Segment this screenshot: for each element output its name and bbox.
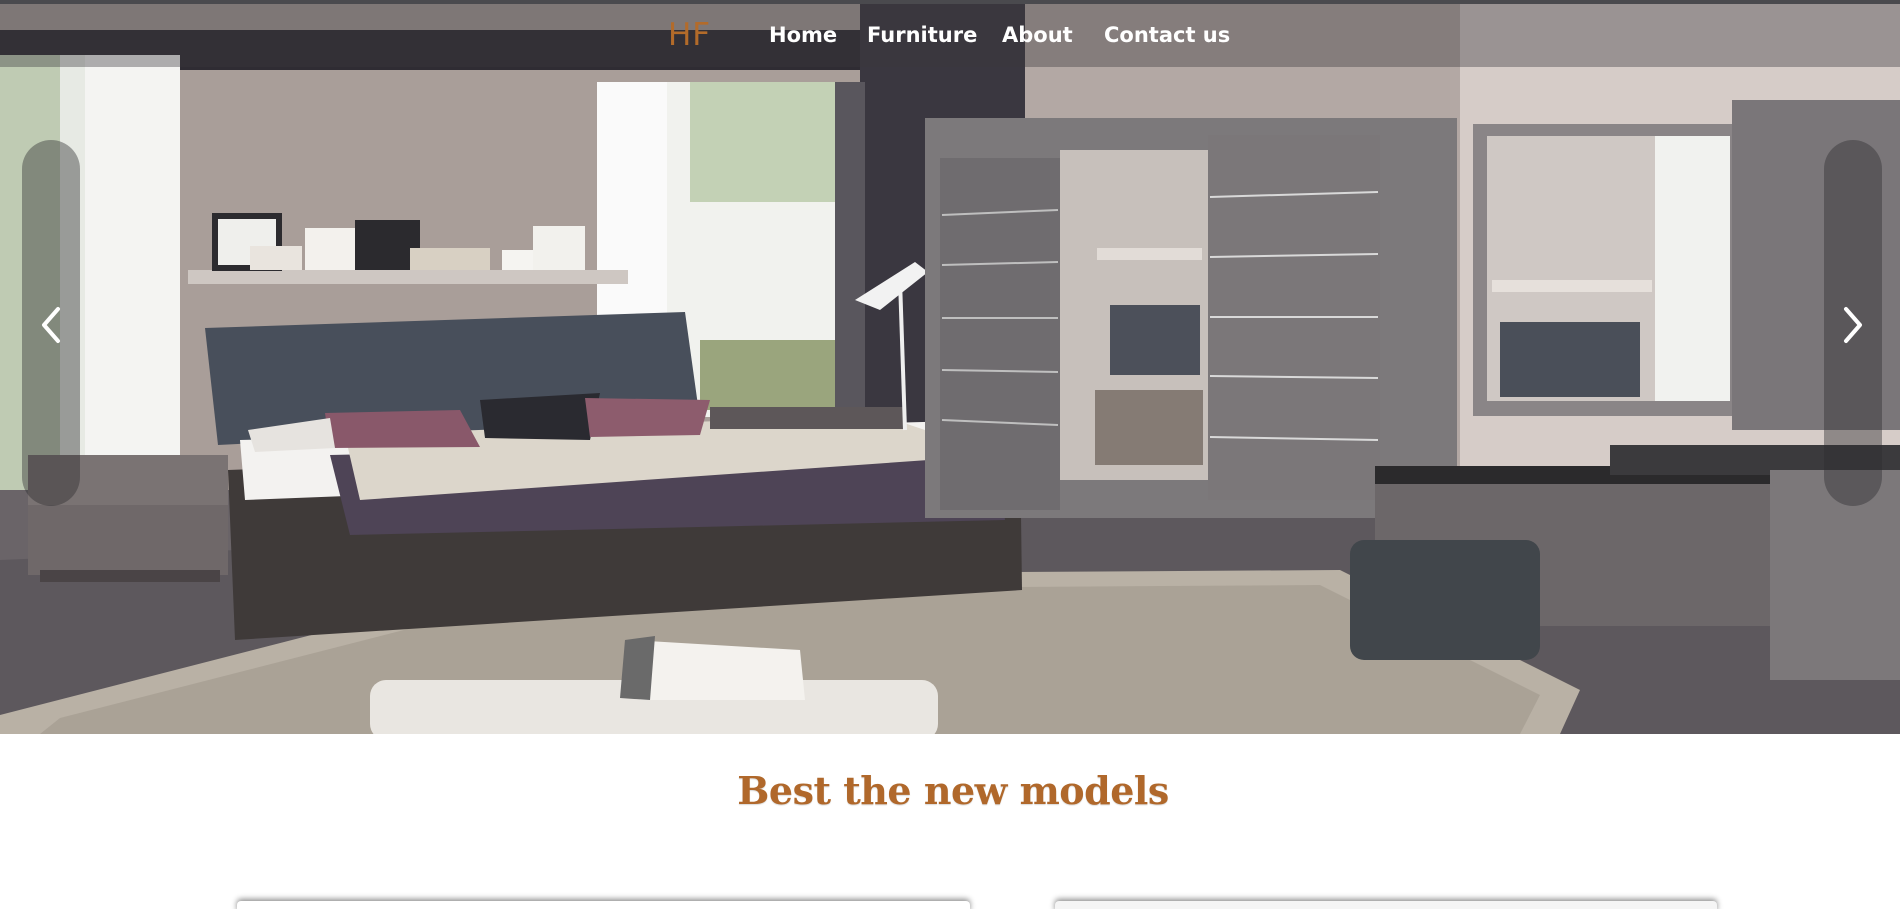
product-card[interactable] — [1055, 901, 1717, 909]
chevron-right-icon — [1844, 307, 1862, 343]
brand-logo[interactable]: HF — [668, 17, 711, 53]
nav-home-link[interactable]: Home — [769, 23, 837, 47]
slider-prev-button[interactable] — [22, 140, 80, 506]
nav-contact-link[interactable]: Contact us — [1104, 23, 1230, 47]
nav-furniture-link[interactable]: Furniture — [867, 23, 977, 47]
navbar: HF Home Furniture About Contact us — [0, 4, 1900, 67]
slider-next-button[interactable] — [1824, 140, 1882, 506]
section-title: Best the new models — [737, 768, 1169, 813]
nav-about-link[interactable]: About — [1002, 23, 1073, 47]
top-border — [0, 0, 1900, 4]
hero-slider: HF Home Furniture About Contact us — [0, 0, 1900, 734]
page: HF Home Furniture About Contact us Best … — [0, 0, 1900, 909]
hero-image — [0, 0, 1900, 734]
product-card[interactable] — [237, 901, 970, 909]
chevron-left-icon — [42, 307, 60, 343]
